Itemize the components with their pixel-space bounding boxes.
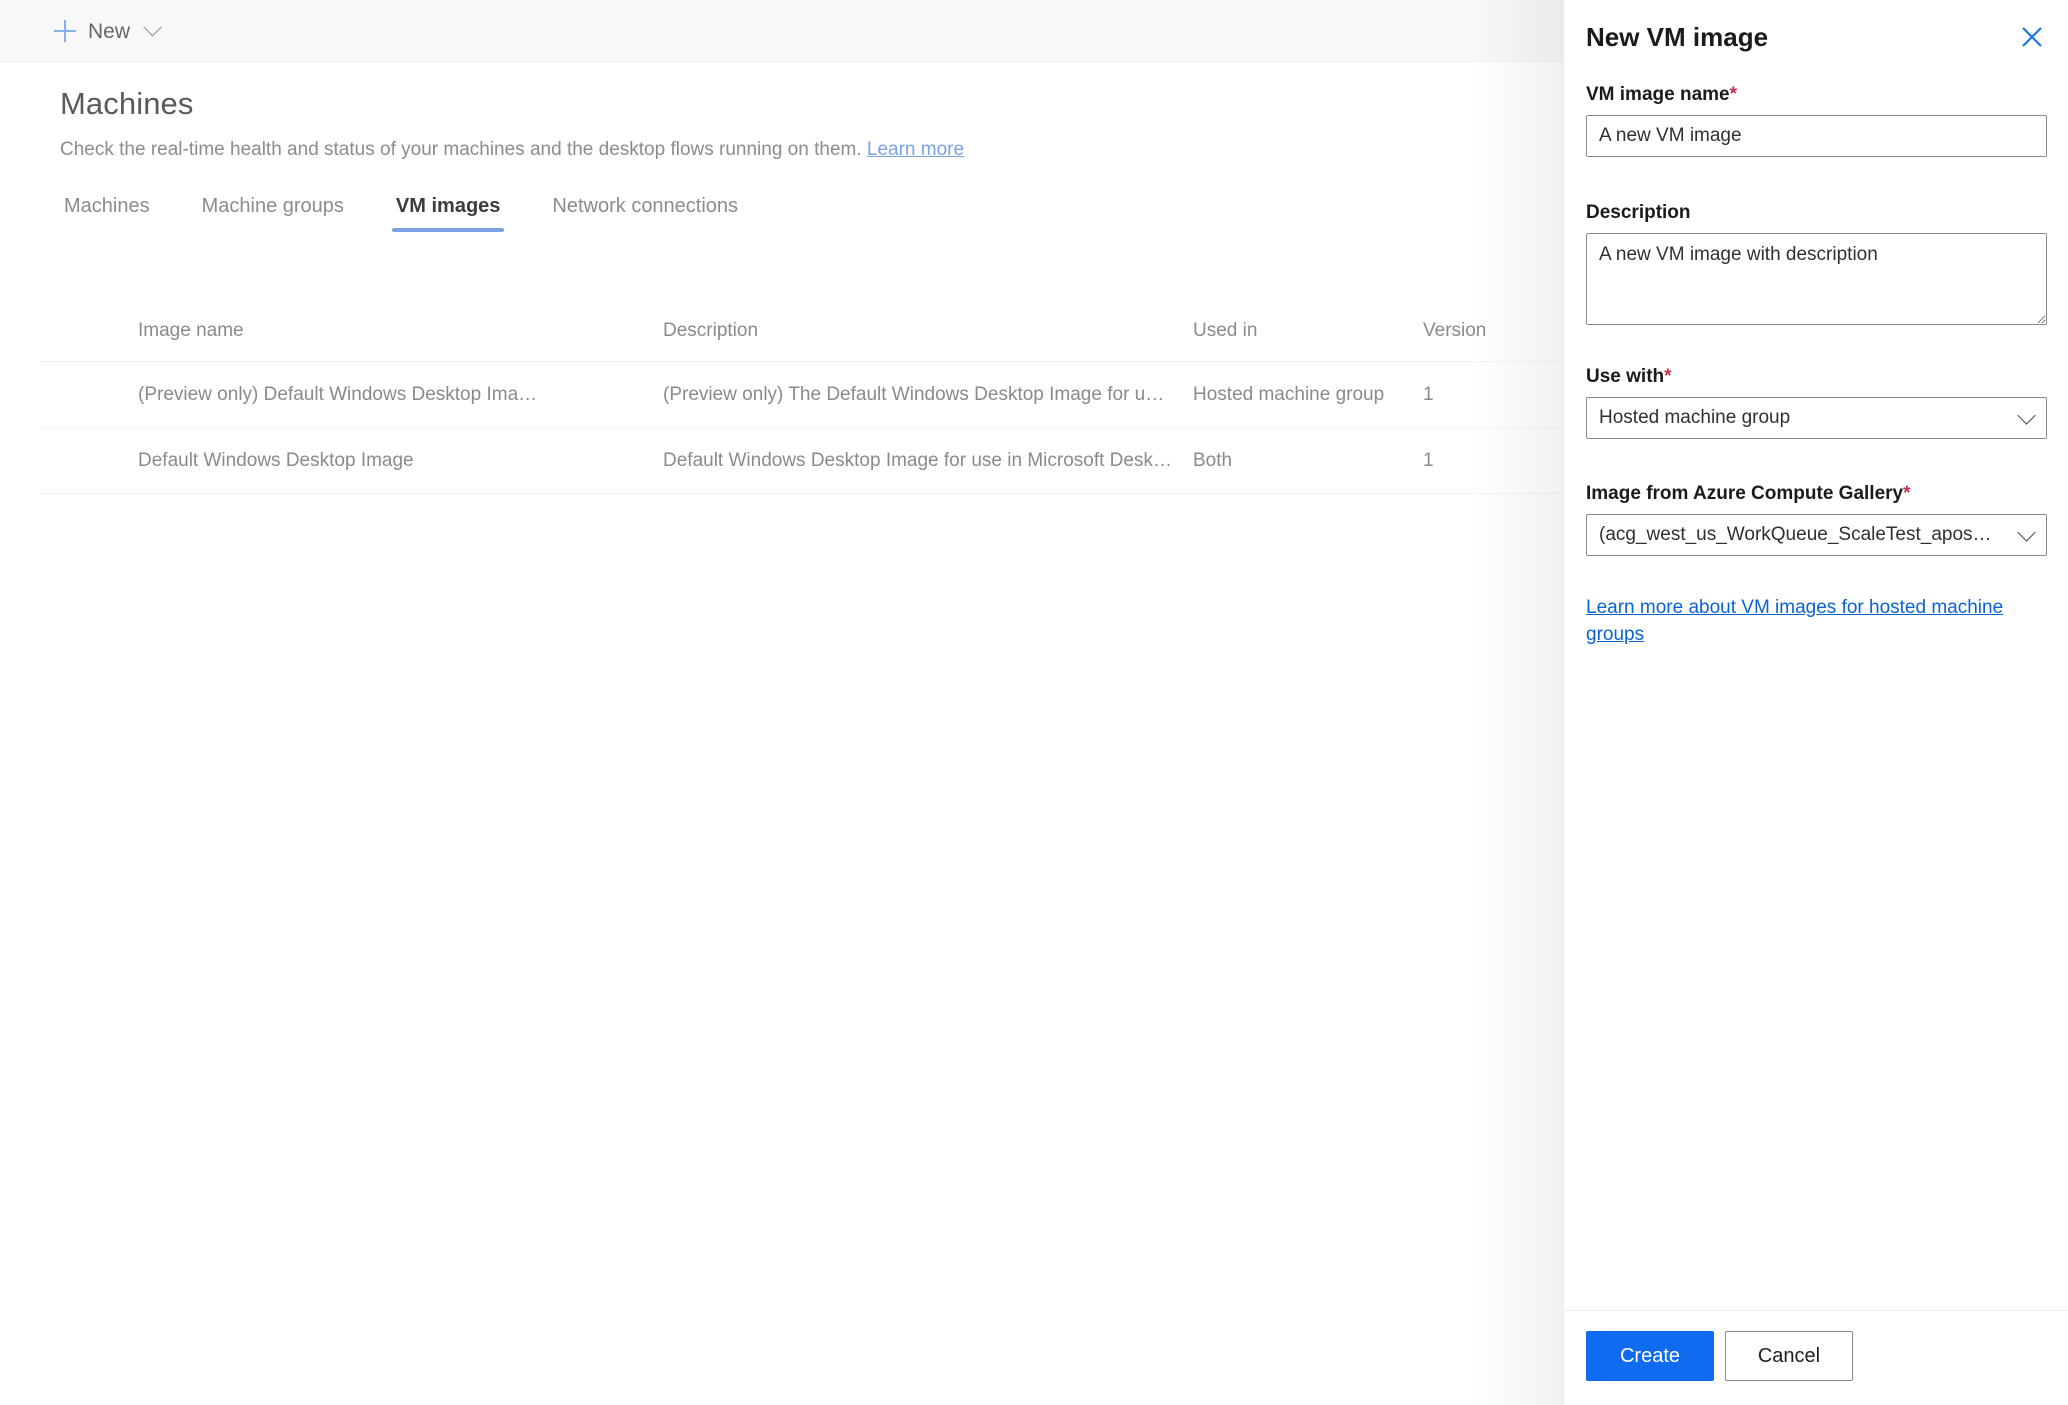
new-button[interactable]: New xyxy=(48,0,165,62)
plus-icon xyxy=(54,20,76,42)
image-from-gallery-value: (acg_west_us_WorkQueue_ScaleTest_apos… xyxy=(1599,524,1992,545)
cell-used-in: Both xyxy=(1193,449,1233,471)
table-row[interactable]: (Preview only) Default Windows Desktop I… xyxy=(40,362,1563,428)
cell-image-name: (Preview only) Default Windows Desktop I… xyxy=(138,383,538,405)
cell-image-name: Default Windows Desktop Image xyxy=(138,449,414,471)
table-header-row: Image name Description Used in Version xyxy=(40,300,1563,362)
chevron-down-icon xyxy=(2017,523,2036,542)
table-row[interactable]: Default Windows Desktop Image Default Wi… xyxy=(40,428,1563,494)
image-from-gallery-label: Image from Azure Compute Gallery* xyxy=(1586,483,1911,504)
create-button[interactable]: Create xyxy=(1586,1331,1714,1381)
field-use-with: Use with* Hosted machine group xyxy=(1586,366,2047,439)
page-subtitle: Check the real-time health and status of… xyxy=(60,139,964,161)
required-marker: * xyxy=(1664,366,1672,387)
tab-vm-images[interactable]: VM images xyxy=(370,195,526,232)
column-header-description[interactable]: Description xyxy=(663,320,1193,342)
page-subtitle-text: Check the real-time health and status of… xyxy=(60,139,862,160)
panel-footer: Create Cancel xyxy=(1564,1310,2068,1405)
vm-image-name-label: VM image name* xyxy=(1586,84,1738,105)
description-textarea[interactable] xyxy=(1586,233,2047,325)
tab-machine-groups[interactable]: Machine groups xyxy=(176,195,370,232)
new-button-label: New xyxy=(88,19,131,43)
chevron-down-icon xyxy=(143,17,162,36)
vm-images-table: Image name Description Used in Version (… xyxy=(40,300,1563,494)
column-header-version[interactable]: Version xyxy=(1423,320,1563,342)
required-marker: * xyxy=(1729,84,1738,105)
panel-header: New VM image xyxy=(1564,0,2068,72)
field-description: Description xyxy=(1586,202,2047,330)
chevron-down-icon xyxy=(2017,406,2036,425)
panel-learn-more-link[interactable]: Learn more about VM images for hosted ma… xyxy=(1586,595,2052,649)
use-with-label: Use with* xyxy=(1586,366,1672,387)
cell-used-in: Hosted machine group xyxy=(1193,383,1385,405)
page-title: Machines xyxy=(60,86,194,121)
new-vm-image-panel: New VM image VM image name* Description … xyxy=(1563,0,2068,1405)
description-label: Description xyxy=(1586,202,1691,223)
tab-list: Machines Machine groups VM images Networ… xyxy=(60,195,764,232)
column-header-used-in[interactable]: Used in xyxy=(1193,320,1423,342)
required-marker: * xyxy=(1903,483,1911,504)
machines-page: New Machines Check the real-time health … xyxy=(0,0,1563,1405)
field-image-from-gallery: Image from Azure Compute Gallery* (acg_w… xyxy=(1586,483,2047,556)
close-icon[interactable] xyxy=(2015,20,2049,54)
use-with-dropdown[interactable]: Hosted machine group xyxy=(1586,397,2047,439)
panel-title: New VM image xyxy=(1586,22,1769,52)
cell-version: 1 xyxy=(1423,383,1434,405)
tab-network-connections[interactable]: Network connections xyxy=(526,195,764,232)
cell-description: Default Windows Desktop Image for use in… xyxy=(663,449,1188,471)
cancel-button[interactable]: Cancel xyxy=(1725,1331,1853,1381)
field-vm-image-name: VM image name* xyxy=(1586,84,2047,157)
cell-description: (Preview only) The Default Windows Deskt… xyxy=(663,383,1193,405)
vm-image-name-input[interactable] xyxy=(1586,115,2047,157)
panel-shadow-overlay xyxy=(1473,0,1563,1405)
command-bar: New xyxy=(0,0,1563,62)
column-header-image-name[interactable]: Image name xyxy=(138,320,663,342)
learn-more-link[interactable]: Learn more xyxy=(867,139,964,160)
use-with-value: Hosted machine group xyxy=(1599,407,1791,428)
tab-machines[interactable]: Machines xyxy=(60,195,176,232)
image-from-gallery-dropdown[interactable]: (acg_west_us_WorkQueue_ScaleTest_apos… xyxy=(1586,514,2047,556)
cell-version: 1 xyxy=(1423,449,1434,471)
